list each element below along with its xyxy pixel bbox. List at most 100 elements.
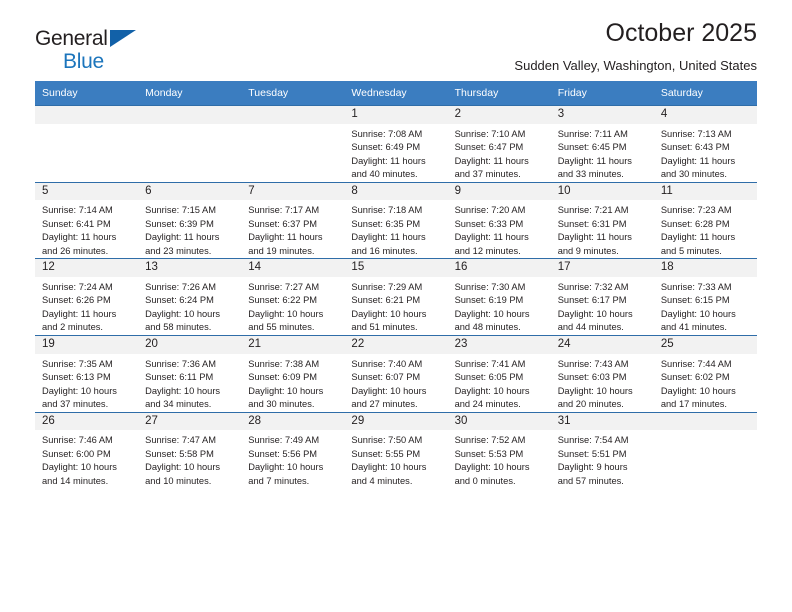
day-number xyxy=(241,106,345,124)
calendar-cell-inner: 26 Sunrise: 7:46 AM Sunset: 6:00 PM Dayligh… xyxy=(35,411,139,489)
calendar-cell-inner: 17 Sunrise: 7:32 AM Sunset: 6:17 PM Dayligh… xyxy=(550,258,654,335)
calendar-day-cell[interactable]: 29 Sunrise: 7:50 AM Sunset: 5:55 PM Dayligh… xyxy=(344,411,448,489)
day-number: 14 xyxy=(241,259,345,277)
calendar-day-cell[interactable]: 9 Sunrise: 7:20 AM Sunset: 6:33 PM Daylight… xyxy=(447,181,551,259)
calendar-cell-inner: 12 Sunrise: 7:24 AM Sunset: 6:26 PM Dayligh… xyxy=(35,258,139,335)
calendar-day-cell[interactable]: 22 Sunrise: 7:40 AM Sunset: 6:07 PM Dayligh… xyxy=(344,334,448,412)
daylight-duration-line2: and 7 minutes. xyxy=(248,475,310,486)
sunrise-time: Sunrise: 7:30 AM xyxy=(454,281,526,292)
sunrise-time: Sunrise: 7:49 AM xyxy=(248,435,320,446)
sunrise-time: Sunrise: 7:14 AM xyxy=(42,205,113,216)
calendar-day-cell[interactable]: 25 Sunrise: 7:44 AM Sunset: 6:02 PM Dayligh… xyxy=(653,334,757,412)
calendar-day-cell[interactable]: 15 Sunrise: 7:29 AM Sunset: 6:21 PM Dayligh… xyxy=(344,258,448,335)
day-number: 20 xyxy=(138,335,242,354)
day-number: 31 xyxy=(550,412,654,431)
sunset-time: Sunset: 6:31 PM xyxy=(557,218,627,229)
calendar-day-cell[interactable]: 30 Sunrise: 7:52 AM Sunset: 5:53 PM Dayligh… xyxy=(447,411,551,489)
daylight-duration-line1: Daylight: 10 hours xyxy=(557,308,633,319)
day-details: Sunrise: 7:18 AM Sunset: 6:35 PM Daylight:… xyxy=(344,200,447,258)
weekday-header-row: Sunday Monday Tuesday Wednesday Thursday… xyxy=(35,81,757,105)
sunset-time: Sunset: 6:09 PM xyxy=(248,372,318,383)
calendar-day-cell[interactable]: 17 Sunrise: 7:32 AM Sunset: 6:17 PM Dayligh… xyxy=(550,258,654,335)
calendar-cell-inner: 24 Sunrise: 7:43 AM Sunset: 6:03 PM Dayligh… xyxy=(550,334,654,412)
day-number: 10 xyxy=(550,182,654,201)
calendar-day-cell[interactable]: 14 Sunrise: 7:27 AM Sunset: 6:22 PM Dayligh… xyxy=(241,258,345,335)
calendar-cell-inner xyxy=(138,105,242,182)
page-header: General Blue October 2025 Sudden Valley,… xyxy=(35,0,757,72)
sunset-time: Sunset: 6:39 PM xyxy=(145,218,214,229)
sunrise-time: Sunrise: 7:43 AM xyxy=(557,358,629,369)
sunset-time: Sunset: 6:11 PM xyxy=(145,372,214,383)
calendar-day-cell[interactable]: 1 Sunrise: 7:08 AM Sunset: 6:49 PM Daylight… xyxy=(344,105,448,182)
calendar-day-cell[interactable]: 23 Sunrise: 7:41 AM Sunset: 6:05 PM Dayligh… xyxy=(447,334,551,412)
calendar-day-cell[interactable]: 5 Sunrise: 7:14 AM Sunset: 6:41 PM Daylight… xyxy=(35,181,139,259)
calendar-day-cell[interactable]: 2 Sunrise: 7:10 AM Sunset: 6:47 PM Daylight… xyxy=(447,105,551,182)
sunrise-time: Sunrise: 7:10 AM xyxy=(454,128,526,139)
calendar-day-cell[interactable]: 4 Sunrise: 7:13 AM Sunset: 6:43 PM Daylight… xyxy=(653,105,757,182)
daylight-duration-line2: and 51 minutes. xyxy=(351,322,418,333)
sunset-time: Sunset: 6:35 PM xyxy=(351,218,421,229)
calendar-day-cell[interactable]: 11 Sunrise: 7:23 AM Sunset: 6:28 PM Dayligh… xyxy=(653,181,757,259)
calendar-day-cell[interactable]: 12 Sunrise: 7:24 AM Sunset: 6:26 PM Dayligh… xyxy=(35,258,139,335)
calendar-day-cell[interactable]: 8 Sunrise: 7:18 AM Sunset: 6:35 PM Daylight… xyxy=(344,181,448,259)
sunset-time: Sunset: 6:21 PM xyxy=(351,295,421,306)
sunset-time: Sunset: 6:28 PM xyxy=(660,218,730,229)
calendar-day-cell[interactable]: 19 Sunrise: 7:35 AM Sunset: 6:13 PM Dayligh… xyxy=(35,334,139,412)
sunset-time: Sunset: 6:33 PM xyxy=(454,218,524,229)
day-details: Sunrise: 7:50 AM Sunset: 5:55 PM Daylight:… xyxy=(344,430,447,488)
calendar-cell-inner: 13 Sunrise: 7:26 AM Sunset: 6:24 PM Dayligh… xyxy=(138,258,242,335)
calendar-cell-inner: 30 Sunrise: 7:52 AM Sunset: 5:53 PM Dayligh… xyxy=(447,411,551,489)
day-details: Sunrise: 7:17 AM Sunset: 6:37 PM Daylight:… xyxy=(241,200,344,258)
day-details: Sunrise: 7:36 AM Sunset: 6:11 PM Daylight:… xyxy=(138,354,241,412)
sunset-time: Sunset: 6:26 PM xyxy=(42,295,111,306)
daylight-duration-line2: and 2 minutes. xyxy=(42,322,103,333)
calendar-week-row: 5 Sunrise: 7:14 AM Sunset: 6:41 PM Daylight… xyxy=(35,181,757,259)
weekday-header-tuesday: Tuesday xyxy=(241,81,345,105)
calendar-day-cell[interactable]: 21 Sunrise: 7:38 AM Sunset: 6:09 PM Dayligh… xyxy=(241,334,345,412)
calendar-day-cell[interactable]: 6 Sunrise: 7:15 AM Sunset: 6:39 PM Daylight… xyxy=(138,181,242,259)
day-number: 27 xyxy=(138,412,242,431)
day-details: Sunrise: 7:47 AM Sunset: 5:58 PM Daylight:… xyxy=(138,430,241,488)
calendar-day-cell[interactable]: 27 Sunrise: 7:47 AM Sunset: 5:58 PM Dayligh… xyxy=(138,411,242,489)
weekday-header-monday: Monday xyxy=(138,81,242,105)
sunrise-time: Sunrise: 7:46 AM xyxy=(42,435,113,446)
calendar-day-cell[interactable]: 26 Sunrise: 7:46 AM Sunset: 6:00 PM Dayligh… xyxy=(35,411,139,489)
sunrise-time: Sunrise: 7:13 AM xyxy=(660,128,732,139)
calendar-day-cell[interactable]: 10 Sunrise: 7:21 AM Sunset: 6:31 PM Dayligh… xyxy=(550,181,654,259)
calendar-day-cell[interactable]: 7 Sunrise: 7:17 AM Sunset: 6:37 PM Daylight… xyxy=(241,181,345,259)
day-number: 5 xyxy=(35,182,139,201)
calendar-week-row: 12 Sunrise: 7:24 AM Sunset: 6:26 PM Dayligh… xyxy=(35,258,757,335)
day-number: 23 xyxy=(447,335,551,354)
weekday-header-saturday: Saturday xyxy=(653,81,757,105)
day-number: 12 xyxy=(35,259,139,277)
weekday-header-wednesday: Wednesday xyxy=(344,81,448,105)
calendar-day-cell[interactable]: 24 Sunrise: 7:43 AM Sunset: 6:03 PM Dayligh… xyxy=(550,334,654,412)
weekday-header-thursday: Thursday xyxy=(447,81,551,105)
sunset-time: Sunset: 6:17 PM xyxy=(557,295,627,306)
calendar-day-cell[interactable]: 16 Sunrise: 7:30 AM Sunset: 6:19 PM Dayligh… xyxy=(447,258,551,335)
calendar-day-cell[interactable]: 20 Sunrise: 7:36 AM Sunset: 6:11 PM Dayligh… xyxy=(138,334,242,412)
page-title: October 2025 xyxy=(605,19,758,47)
daylight-duration-line2: and 44 minutes. xyxy=(557,322,624,333)
calendar-day-cell[interactable]: 28 Sunrise: 7:49 AM Sunset: 5:56 PM Dayligh… xyxy=(241,411,345,489)
day-number: 26 xyxy=(35,412,139,431)
calendar-cell-inner xyxy=(241,105,345,182)
day-details: Sunrise: 7:43 AM Sunset: 6:03 PM Daylight:… xyxy=(551,354,654,412)
calendar-day-cell[interactable]: 3 Sunrise: 7:11 AM Sunset: 6:45 PM Daylight… xyxy=(550,105,654,182)
day-details: Sunrise: 7:40 AM Sunset: 6:07 PM Daylight:… xyxy=(344,354,447,412)
calendar-day-cell[interactable]: 18 Sunrise: 7:33 AM Sunset: 6:15 PM Dayligh… xyxy=(653,258,757,335)
calendar-day-cell[interactable]: 31 Sunrise: 7:54 AM Sunset: 5:51 PM Dayligh… xyxy=(550,411,654,489)
daylight-duration-line2: and 19 minutes. xyxy=(248,245,315,256)
daylight-duration-line2: and 27 minutes. xyxy=(351,399,418,410)
daylight-duration-line2: and 40 minutes. xyxy=(351,169,418,180)
logo-text-general: General xyxy=(35,27,108,50)
calendar-day-cell[interactable]: 13 Sunrise: 7:26 AM Sunset: 6:24 PM Dayligh… xyxy=(138,258,242,335)
daylight-duration-line2: and 14 minutes. xyxy=(42,475,109,486)
daylight-duration-line1: Daylight: 10 hours xyxy=(145,308,221,319)
daylight-duration-line1: Daylight: 10 hours xyxy=(248,385,324,396)
calendar-cell-inner: 15 Sunrise: 7:29 AM Sunset: 6:21 PM Dayligh… xyxy=(344,258,448,335)
sunset-time: Sunset: 6:03 PM xyxy=(557,372,627,383)
daylight-duration-line1: Daylight: 10 hours xyxy=(42,462,117,473)
day-number: 9 xyxy=(447,182,551,201)
sunset-time: Sunset: 5:51 PM xyxy=(557,448,627,459)
